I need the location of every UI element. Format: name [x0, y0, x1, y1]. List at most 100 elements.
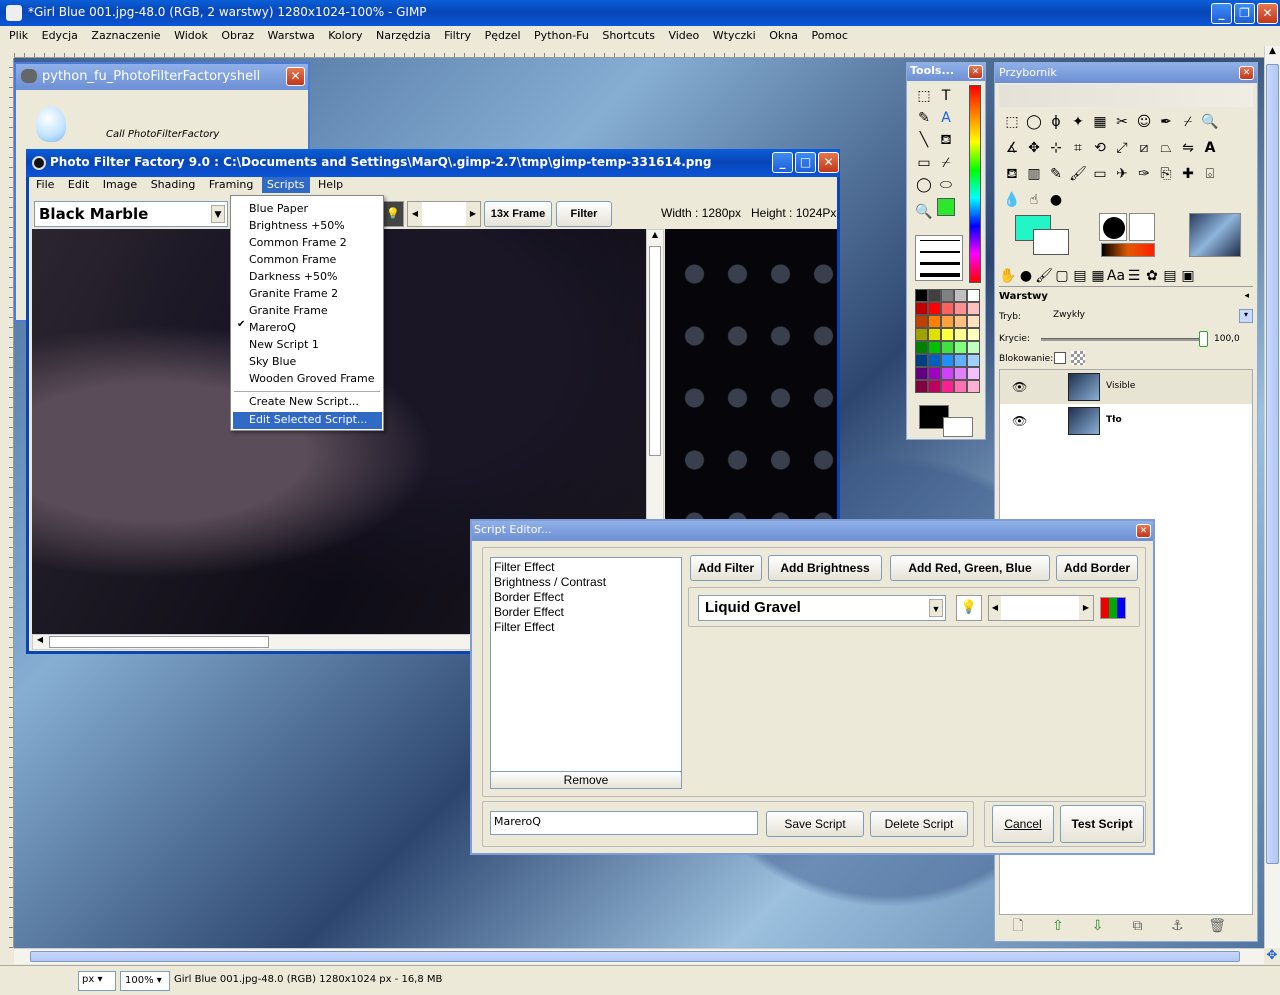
line-width-selector[interactable] — [915, 235, 963, 281]
color-swatch[interactable] — [941, 380, 954, 393]
lasso-icon[interactable]: ϕ — [1045, 111, 1067, 133]
lock-alpha-icon[interactable] — [1071, 351, 1085, 365]
airbrush-icon[interactable]: ✈ — [1111, 163, 1133, 185]
lightbulb-button[interactable]: 💡 — [956, 595, 982, 621]
unit-select[interactable]: px ▾ — [78, 971, 116, 991]
color-swatch[interactable] — [941, 289, 954, 302]
color-swatch[interactable] — [928, 354, 941, 367]
script-item[interactable]: Granite Frame 2 — [249, 285, 374, 302]
heal-icon[interactable]: ✚ — [1177, 163, 1199, 185]
rect-select-icon[interactable]: ⬚ — [913, 85, 935, 107]
color-swatch[interactable] — [954, 328, 967, 341]
value-spinner[interactable]: ◀ ▶ — [988, 595, 1094, 621]
new-layer-icon[interactable]: 🗋 — [1007, 916, 1029, 938]
color-swatch[interactable] — [967, 354, 980, 367]
bucket-fill-icon[interactable]: ⛾ — [935, 130, 957, 152]
color-swatch[interactable] — [941, 341, 954, 354]
color-swatch[interactable] — [967, 302, 980, 315]
menu-okna[interactable]: Okna — [764, 28, 803, 44]
script-item[interactable]: Darkness +50% — [249, 268, 374, 285]
channels-tab-icon[interactable]: ✿ — [1143, 265, 1161, 287]
canvas-horizontal-scrollbar[interactable] — [14, 948, 1264, 964]
color-select-icon[interactable]: ▦ — [1089, 111, 1111, 133]
bg-color-box[interactable] — [943, 417, 973, 437]
script-item[interactable]: Sky Blue — [249, 353, 374, 370]
pff-menu-help[interactable]: Help — [313, 177, 348, 193]
line-icon[interactable]: ╲ — [913, 129, 935, 151]
menu-wtyczki[interactable]: Wtyczki — [708, 28, 761, 44]
color-swatch[interactable] — [928, 341, 941, 354]
navigate-icon[interactable]: ✥ — [1264, 948, 1280, 964]
opacity-value[interactable]: 100,0 — [1214, 334, 1240, 344]
add-rgb-button[interactable]: Add Red, Green, Blue — [890, 555, 1050, 581]
create-new-script-item[interactable]: Create New Script... — [249, 395, 359, 408]
vertical-ruler[interactable] — [0, 58, 14, 948]
delete-layer-icon[interactable]: 🗑 — [1206, 915, 1228, 937]
anchor-layer-icon[interactable]: ⚓ — [1166, 915, 1188, 937]
ph-scroll-left[interactable]: ◀ — [33, 635, 47, 649]
green-color-icon[interactable] — [935, 196, 957, 218]
menu-kolory[interactable]: Kolory — [323, 28, 367, 44]
color-swatch[interactable] — [967, 289, 980, 302]
combo-arrow-icon[interactable]: ▼ — [929, 599, 943, 617]
mode-dropdown-icon[interactable]: ▾ — [1239, 309, 1253, 323]
rectangle-icon[interactable]: ▭ — [913, 152, 935, 174]
magnify-icon[interactable]: 🔍 — [1199, 111, 1221, 133]
scroll-h-thumb[interactable] — [30, 951, 1240, 962]
undo-tab-icon[interactable]: ▣ — [1179, 265, 1197, 287]
brightness-bulb-button[interactable]: 💡 — [382, 201, 404, 227]
fuzzy-select-icon[interactable]: ✦ — [1067, 111, 1089, 133]
add-brightness-button[interactable]: Add Brightness — [768, 555, 882, 581]
shell-close-button[interactable]: ✕ — [286, 67, 305, 86]
duplicate-layer-icon[interactable]: ⧉ — [1126, 915, 1148, 937]
opacity-slider-thumb[interactable] — [1199, 331, 1208, 347]
layer-row-tlo[interactable]: 👁 Tło — [1000, 404, 1252, 438]
clone-icon[interactable]: ⎘ — [1155, 163, 1177, 185]
pff-menu-image[interactable]: Image — [98, 177, 142, 193]
text-icon[interactable]: A — [1199, 137, 1221, 159]
script-item[interactable]: Brightness +50% — [249, 217, 374, 234]
color-swatch[interactable] — [954, 302, 967, 315]
pff-minimize-button[interactable]: _ — [772, 152, 793, 173]
preview-horizontal-scrollbar[interactable]: ◀ — [32, 634, 472, 650]
menu-zaznaczenie[interactable]: Zaznaczenie — [86, 28, 165, 44]
dodge-burn-icon[interactable]: ● — [1045, 189, 1067, 211]
remove-button[interactable]: Remove — [490, 771, 682, 789]
align-icon[interactable]: ⊹ — [1045, 137, 1067, 159]
effect-combo[interactable]: Liquid Gravel ▼ — [698, 595, 946, 621]
color-swatch[interactable] — [928, 380, 941, 393]
rect-select-icon[interactable]: ⬚ — [1001, 111, 1023, 133]
color-swatch[interactable] — [915, 302, 928, 315]
color-swatch[interactable] — [915, 354, 928, 367]
ink-icon[interactable]: ✑ — [1133, 163, 1155, 185]
scale-icon[interactable]: ⤢ — [1111, 137, 1133, 159]
menu-warstwa[interactable]: Warstwa — [263, 28, 320, 44]
pff-menu-framing[interactable]: Framing — [204, 177, 259, 193]
filter-button[interactable]: Filter — [556, 201, 612, 227]
color-swatch[interactable] — [967, 341, 980, 354]
scroll-thumb[interactable] — [1266, 64, 1279, 864]
zoom-select[interactable]: 100% ▾ — [120, 971, 170, 991]
canvas-vertical-scrollbar[interactable]: ▲ — [1264, 46, 1280, 948]
paths-icon[interactable]: ✒ — [1155, 111, 1177, 133]
menu-pomoc[interactable]: Pomoc — [806, 28, 852, 44]
script-item[interactable]: Granite Frame — [249, 302, 374, 319]
flip-icon[interactable]: ⇋ — [1177, 137, 1199, 159]
pff-menu-edit[interactable]: Edit — [63, 177, 94, 193]
menu-widok[interactable]: Widok — [169, 28, 213, 44]
color-swatch[interactable] — [915, 289, 928, 302]
eraser-icon[interactable]: ▭ — [1089, 163, 1111, 185]
color-swatch[interactable] — [928, 302, 941, 315]
script-name-input[interactable]: MareroQ — [490, 811, 758, 835]
color-swatch[interactable] — [967, 367, 980, 380]
color-swatch[interactable] — [954, 380, 967, 393]
perspective-icon[interactable]: ⏢ — [1155, 137, 1177, 159]
script-item[interactable]: Common Frame 2 — [249, 234, 374, 251]
spinner-right-arrow[interactable]: ▶ — [1079, 596, 1093, 620]
cancel-button[interactable]: Cancel — [992, 805, 1054, 843]
color-swatch[interactable] — [915, 328, 928, 341]
lower-layer-icon[interactable]: ⇩ — [1087, 915, 1109, 937]
paths-tab-icon[interactable]: ▤ — [1161, 265, 1179, 287]
paint-tab-icon[interactable]: 🖌 — [1035, 265, 1053, 287]
gimp-title-bar[interactable]: *Girl Blue 001.jpg-48.0 (RGB, 2 warstwy)… — [0, 0, 1280, 26]
